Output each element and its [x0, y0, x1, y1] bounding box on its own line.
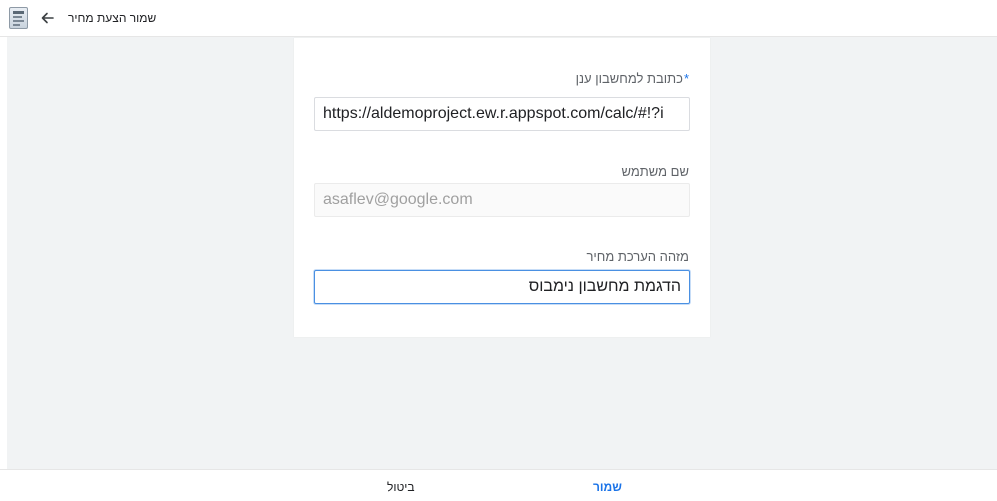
cloud-url-label: *כתובת למחשבון ענן [575, 71, 689, 86]
page-title: שמור הצעת מחיר [68, 11, 157, 25]
cloud-url-input[interactable] [314, 97, 690, 131]
content-area: *כתובת למחשבון ענן שם משתמש מזהה הערכת מ… [7, 37, 997, 469]
save-button[interactable]: שמור [593, 480, 622, 494]
back-button[interactable] [38, 9, 56, 27]
cancel-button[interactable]: ביטול [387, 480, 415, 494]
arrow-back-icon [41, 12, 54, 24]
estimate-id-input[interactable] [314, 270, 690, 304]
action-bar: ביטול שמור [0, 469, 997, 501]
username-label: שם משתמש [621, 164, 690, 179]
document-app-icon [9, 7, 28, 29]
form-card: *כתובת למחשבון ענן שם משתמש מזהה הערכת מ… [294, 38, 710, 337]
required-asterisk: * [683, 71, 689, 86]
top-app-bar: שמור הצעת מחיר [0, 0, 997, 37]
username-input [314, 183, 690, 217]
estimate-id-label: מזהה הערכת מחיר [586, 249, 689, 264]
